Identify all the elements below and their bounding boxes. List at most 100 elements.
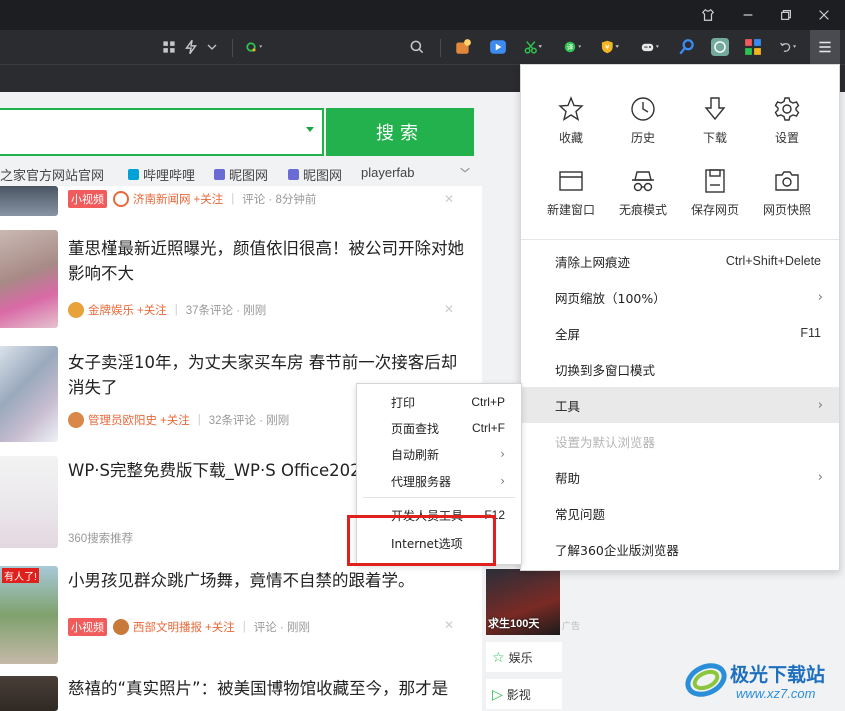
menu-shortcut: Ctrl+Shift+Delete [725,254,821,268]
menu-save-page[interactable]: 保存网页 [679,167,751,231]
menu-zoom[interactable]: 网页缩放（100%） › [521,279,839,315]
scissors-icon[interactable] [520,30,546,64]
menu-help[interactable]: 帮助 › [521,459,839,495]
news-title[interactable]: 慈禧的“真实照片”：被美国博物馆收藏至今，那才是 [68,676,478,701]
restore-button[interactable] [768,0,804,30]
search-input[interactable] [0,108,324,156]
save-icon [705,169,725,193]
news-source[interactable]: 济南新闻网 [133,191,191,207]
follow-button[interactable]: +关注 [137,302,167,318]
menu-history[interactable]: 历史 [607,95,679,159]
quicklink-playerfab[interactable]: playerfab [361,165,414,180]
menu-faq[interactable]: 常见问题 [521,495,839,531]
menu-item-label: 了解360企业版浏览器 [555,542,679,558]
chatgpt-icon[interactable] [708,30,732,64]
undo-icon[interactable] [774,30,802,64]
watermark: 极光下载站 www.xz7.com [684,654,844,710]
menu-item-label: 全屏 [555,326,581,342]
news-source[interactable]: 金牌娱乐 [88,302,134,318]
browser-main-menu: 收藏 历史 下载 设置 新建窗口 无痕模式 保存网页 网页快照 清除上网痕迹 C… [520,64,840,571]
follow-button[interactable]: +关注 [160,412,190,428]
list-item[interactable]: 小视频 济南新闻网 +关注 | 评论 · 8分钟前 ✕ [0,186,482,216]
menu-tools[interactable]: 工具 › [521,387,839,423]
menu-icon-label: 无痕模式 [618,203,667,217]
close-icon[interactable]: ✕ [444,302,454,316]
svg-text:译: 译 [567,44,574,52]
menu-new-window[interactable]: 新建窗口 [535,167,607,231]
news-comments: 评论 · 刚刚 [253,622,310,634]
list-item[interactable]: 董思槿最新近照曝光，颜值依旧很高！被公司开除对她影响不大 金牌娱乐 +关注 | … [0,230,482,330]
close-icon[interactable]: ✕ [444,618,454,632]
submenu-auto-refresh[interactable]: 自动刷新 › [357,441,521,467]
green-circle-icon[interactable] [240,30,268,64]
quicklink-nipic-2[interactable]: 昵图网 [288,165,342,184]
channel-label: 娱乐 [508,650,533,665]
menu-clear-history[interactable]: 清除上网痕迹 Ctrl+Shift+Delete [521,243,839,279]
menu-multi-window-mode[interactable]: 切换到多窗口模式 [521,351,839,387]
list-item[interactable]: 慈禧的“真实照片”：被美国博物馆收藏至今，那才是 [0,676,482,711]
apps-icon[interactable] [742,30,764,64]
search-button[interactable]: 搜索 [326,108,474,156]
list-item[interactable]: 有人了! 小男孩见群众跳广场舞，竟情不自禁的跟着学。 小视频 西部文明播报 +关… [0,566,482,666]
menu-icon[interactable] [810,30,840,64]
meta-divider: | [174,304,178,316]
extension-icon[interactable] [452,30,474,64]
video-icon[interactable] [487,30,509,64]
submenu-proxy[interactable]: 代理服务器 › [357,468,521,494]
chevron-down-icon[interactable] [458,163,472,177]
menu-settings[interactable]: 设置 [751,95,823,159]
menu-downloads[interactable]: 下载 [679,95,751,159]
source-avatar [113,619,129,635]
clock-icon [631,97,655,121]
menu-enterprise[interactable]: 了解360企业版浏览器 [521,531,839,567]
close-button[interactable] [806,0,842,30]
news-title[interactable]: 董思槿最新近照曝光，颜值依旧很高！被公司开除对她影响不大 [68,236,468,286]
game-icon[interactable] [636,30,664,64]
submenu-print[interactable]: 打印 Ctrl+P [357,389,521,415]
menu-snapshot[interactable]: 网页快照 [751,167,823,231]
ad-label: 广告 [562,621,581,631]
submenu-item-label: 打印 [391,395,416,410]
channel-entertainment[interactable]: ☆ 娱乐 [486,642,562,672]
channel-label: 影视 [506,687,531,702]
magnifier-icon[interactable] [676,30,698,64]
chevron-down-icon[interactable] [204,30,220,64]
menu-incognito[interactable]: 无痕模式 [607,167,679,231]
minimize-button[interactable] [730,0,766,30]
menu-favorites[interactable]: 收藏 [535,95,607,159]
search-engine-dropdown-icon[interactable] [306,127,314,132]
news-source[interactable]: 西部文明播报 [133,619,202,635]
news-source[interactable]: 管理员欧阳史 [88,412,157,428]
shield-icon[interactable]: ¥ [597,30,623,64]
submenu-item-label: 自动刷新 [391,447,440,462]
quicklink-bilibili[interactable]: 哔哩哔哩 [128,165,195,184]
download-icon [704,97,726,121]
submenu-item-label: 页面查找 [391,421,440,436]
lightning-icon[interactable] [182,30,200,64]
quicklink[interactable]: 之家官方网站官网 [0,165,104,184]
translate-icon[interactable]: 译 [558,30,588,64]
submenu-shortcut: Ctrl+P [471,395,505,409]
menu-item-label: 清除上网痕迹 [555,254,631,270]
submenu-find[interactable]: 页面查找 Ctrl+F [357,415,521,441]
follow-button[interactable]: +关注 [194,191,224,207]
search-icon[interactable] [408,30,426,64]
grid-icon[interactable] [160,30,178,64]
channel-video[interactable]: ▷ 影视 [486,679,562,709]
news-meta: 金牌娱乐 +关注 | 37条评论 · 刚刚 [68,302,266,318]
news-title[interactable]: WP·S完整免费版下载_WP·S Office202 [68,458,368,483]
menu-fullscreen[interactable]: 全屏 F11 [521,315,839,351]
game-ad-poster[interactable]: 求生100天 [486,569,560,635]
menu-icon-label: 收藏 [558,131,583,145]
camera-icon [775,171,799,191]
quicklink-nipic[interactable]: 昵图网 [214,165,268,184]
news-title[interactable]: 小男孩见群众跳广场舞，竟情不自禁的跟着学。 [68,568,468,593]
follow-button[interactable]: +关注 [205,619,235,635]
highlight-box [347,515,496,566]
close-icon[interactable]: ✕ [444,192,454,206]
skin-icon[interactable] [690,0,726,30]
chevron-right-icon: › [817,397,823,413]
nipic-icon [288,169,299,180]
title-bar [0,0,845,30]
menu-item-label: 帮助 [555,470,581,486]
